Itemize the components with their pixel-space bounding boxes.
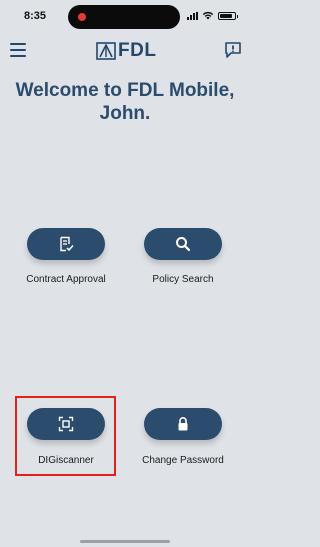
welcome-line-2: John.: [99, 103, 151, 124]
policy-search-label: Policy Search: [152, 274, 214, 285]
policy-search-button[interactable]: [144, 228, 222, 260]
contract-approval-icon: [60, 236, 74, 252]
logo-text: FDL: [118, 40, 157, 61]
contract-approval-label: Contract Approval: [26, 274, 106, 285]
contract-approval-button[interactable]: [27, 228, 105, 260]
menu-icon[interactable]: [10, 43, 26, 57]
welcome-heading: Welcome to FDL Mobile, John.: [8, 79, 242, 125]
status-bar: 8:35: [0, 0, 250, 32]
search-icon: [176, 237, 191, 252]
feedback-icon[interactable]: [224, 41, 242, 59]
app-header: FDL: [0, 38, 250, 64]
home-indicator[interactable]: [80, 540, 170, 543]
app-logo: FDL: [96, 40, 156, 62]
change-password-button[interactable]: [144, 408, 222, 440]
battery-icon: [218, 11, 238, 20]
lock-icon: [178, 417, 188, 431]
dynamic-island: [68, 5, 180, 29]
change-password-label: Change Password: [142, 455, 224, 466]
wifi-icon: [202, 11, 214, 20]
status-time: 8:35: [24, 10, 47, 22]
highlight-box: [15, 396, 116, 476]
recording-indicator-icon: [78, 13, 86, 21]
welcome-line-1: Welcome to FDL Mobile,: [15, 80, 235, 101]
status-icons: [187, 11, 238, 20]
cellular-signal-icon: [187, 11, 198, 20]
logo-icon: [96, 42, 116, 60]
